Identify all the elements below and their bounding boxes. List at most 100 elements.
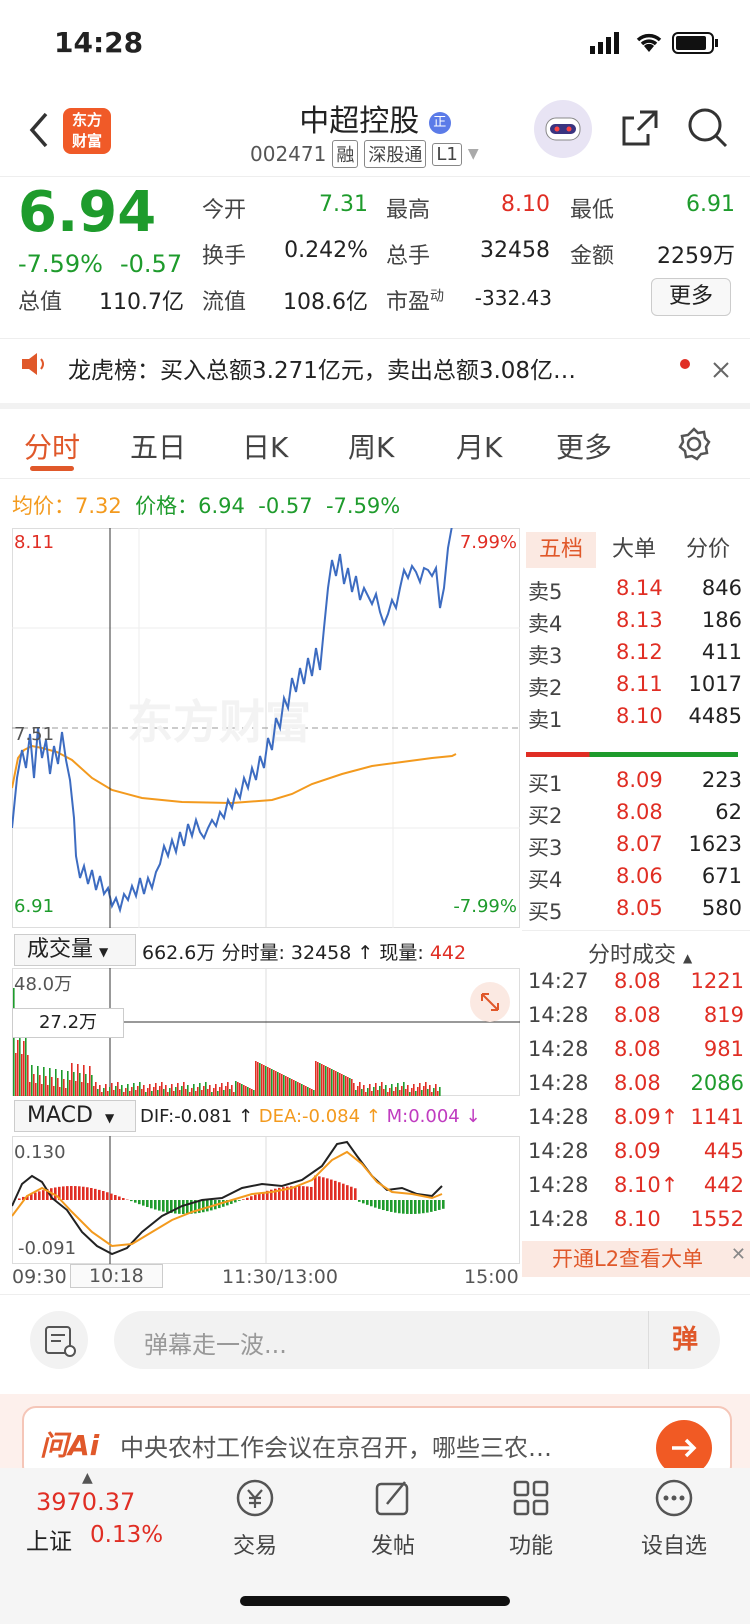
level-price: 8.11 [616,672,663,696]
tab-big-orders[interactable]: 大单 [612,532,656,568]
trade-time: 14:28 [528,1037,589,1061]
tab-week-k[interactable]: 周K [348,426,394,466]
trade-price: 8.10↑ [614,1173,679,1197]
volume-bar [131,1087,133,1096]
sell-level-row[interactable]: 卖5 8.14 846 [528,576,748,608]
macd-bar [322,1177,325,1200]
volume-bar [435,1084,437,1096]
time-axis: 09:30 10:18 11:30/13:00 15:00 [12,1264,520,1292]
macd-bar [422,1200,425,1214]
macd-bar [162,1200,165,1212]
volume-chart[interactable]: 48.0万 27.2万 [12,968,520,1096]
l2-banner[interactable]: 开通L2查看大单 ✕ [522,1241,750,1277]
unread-dot [680,359,690,369]
nav-functions[interactable]: 功能 [496,1476,566,1560]
intraday-chart[interactable]: 东方财富 8.11 7.51 6.91 7.99% -7.99% [11,525,520,928]
news-text[interactable]: 龙虎榜：买入总额3.271亿元，卖出总额3.08亿… [68,351,648,385]
field-label: 总手 [386,244,431,269]
nav-trade[interactable]: 交易 [220,1476,290,1560]
level-volume: 671 [701,864,742,888]
volume-bar [247,1087,249,1096]
volume-bar [171,1084,173,1096]
trades-title[interactable]: 分时成交 ▲ [588,937,692,969]
volume-bar [73,1072,75,1096]
volume-bar [413,1084,415,1096]
volume-bar [95,1082,97,1096]
level-price: 8.06 [616,864,663,888]
danmu-toggle-icon[interactable] [30,1311,88,1369]
macd-chart[interactable]: 0.130 -0.091 [11,1136,520,1264]
volume-bar [199,1083,201,1096]
sell-level-row[interactable]: 卖3 8.12 411 [528,640,748,672]
buy-level-row[interactable]: 买4 8.06 671 [528,864,748,896]
buy-level-row[interactable]: 买2 8.08 62 [528,800,748,832]
tab-month-k[interactable]: 月K [456,426,502,466]
search-icon[interactable] [686,106,730,154]
volume-bar [69,1080,71,1096]
macd-bar [70,1186,73,1200]
tab-five-levels[interactable]: 五档 [526,532,596,568]
macd-top-label: 0.130 [14,1142,66,1163]
sell-level-row[interactable]: 卖1 8.10 4485 [528,704,748,736]
macd-bar [426,1200,429,1213]
index-widget[interactable]: ▲ 3970.37 上证 0.13% [26,1468,176,1578]
tab-more[interactable]: 更多 [556,426,612,466]
volume-bar [237,1082,239,1096]
macd-selector[interactable]: MACD ▼ [14,1100,136,1132]
macd-bar [78,1186,81,1200]
volume-selector[interactable]: 成交量 ▼ [14,934,136,966]
settings-gear-icon[interactable] [676,426,712,466]
tab-five-day[interactable]: 五日 [130,426,186,466]
trade-volume: 981 [703,1037,744,1061]
volume-bar [331,1069,333,1096]
sell-level-row[interactable]: 卖2 8.11 1017 [528,672,748,704]
volume-bar [83,1065,85,1096]
nav-watchlist-settings[interactable]: 设自选 [634,1476,714,1560]
volume-bar [107,1091,109,1096]
macd-bar [306,1186,309,1200]
field-value: 32458 [480,238,550,263]
volume-bar [295,1081,297,1096]
share-icon[interactable] [618,106,662,154]
buy-level-row[interactable]: 买1 8.09 223 [528,768,748,800]
field-value: 110.7亿 [99,290,184,315]
expand-icon[interactable] [470,982,510,1022]
macd-histogram [18,1175,445,1214]
volume-bar [209,1085,211,1096]
more-button[interactable]: 更多 [651,278,731,316]
bottom-price-label: 6.91 [14,896,54,917]
index-name: 上证 [26,1529,72,1555]
trade-icon [236,1479,274,1517]
close-icon[interactable] [712,361,730,383]
ai-bar[interactable]: 问Ai 中央农村工作会议在京召开，哪些三农… [0,1394,750,1480]
buy-level-row[interactable]: 买5 8.05 580 [528,896,748,928]
volume-bar [245,1086,247,1096]
level-label: 买1 [528,772,563,796]
volume-bar [285,1076,287,1096]
buy-level-row[interactable]: 买3 8.07 1623 [528,832,748,864]
trade-time: 14:27 [528,969,589,993]
volume-bar [353,1083,355,1096]
volume-max-label: 48.0万 [14,974,72,995]
nav-post[interactable]: 发帖 [358,1476,428,1560]
tab-price-split[interactable]: 分价 [686,532,730,568]
macd-bar [238,1200,241,1201]
tab-day-k[interactable]: 日K [242,426,288,466]
close-icon[interactable]: ✕ [731,1237,746,1273]
tab-intraday[interactable]: 分时 [24,426,80,466]
volume-bar [223,1090,225,1096]
volume-bar [231,1085,233,1096]
sell-level-row[interactable]: 卖4 8.13 186 [528,608,748,640]
volume-bar [433,1088,435,1096]
volume-bar [101,1092,103,1096]
danmu-input[interactable]: 弹幕走一波... 弹 [114,1311,720,1369]
volume-bar [195,1091,197,1096]
volume-bar [393,1091,395,1096]
robot-avatar-icon[interactable] [534,100,592,158]
macd-bar [398,1200,401,1214]
news-ticker[interactable]: 龙虎榜：买入总额3.271亿元，卖出总额3.08亿… [0,338,750,409]
chevron-down-icon[interactable]: ▼ [468,146,479,162]
danmu-send-button[interactable]: 弹 [648,1311,721,1369]
volume-bar [403,1082,405,1096]
level-label: 卖4 [528,612,563,636]
